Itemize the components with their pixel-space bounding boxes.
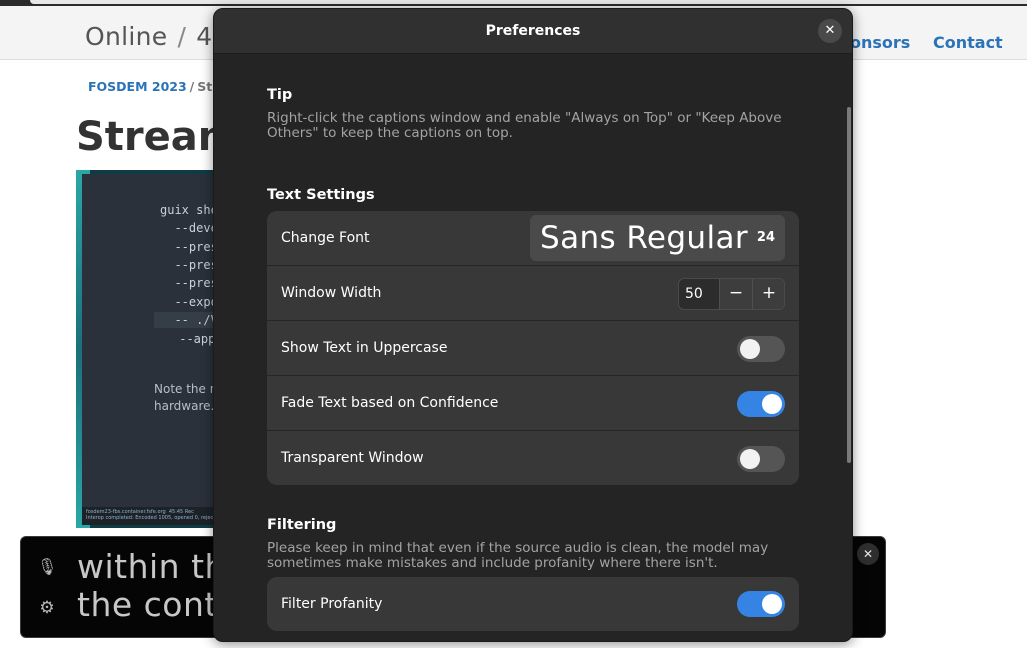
tip-title: Tip [267,87,293,103]
transparent-label: Transparent Window [281,450,424,466]
nav-link-contact[interactable]: Contact [933,33,1003,52]
filter-profanity-switch[interactable] [737,591,785,617]
uppercase-row: Show Text in Uppercase [267,321,799,376]
note-line: hardware. [154,399,215,413]
window-width-spinner: 50 − + [678,278,785,310]
video-status-bar: fosdem23-fbs.container.fsfe.org 45:45 Re… [82,507,216,525]
switch-knob [740,449,760,469]
uppercase-label: Show Text in Uppercase [281,340,448,356]
font-chooser-button[interactable]: Sans Regular 24 [530,215,785,261]
window-width-row: Window Width 50 − + [267,266,799,321]
window-width-input[interactable]: 50 [685,279,703,309]
switch-knob [762,394,782,414]
filtering-group: Filter Profanity [267,577,799,631]
text-settings-group: Change Font Sans Regular 24 Window Width… [267,211,799,485]
transparent-row: Transparent Window [267,431,799,485]
change-font-label: Change Font [281,230,370,246]
nav-link-sponsors[interactable]: onsors [850,33,910,52]
breadcrumb-separator: / [189,79,195,94]
close-button[interactable]: ✕ [818,19,842,43]
increase-button[interactable]: + [752,279,784,309]
code-line: guix shel [160,203,216,217]
fade-label: Fade Text based on Confidence [281,395,499,411]
site-title-separator: / [177,22,187,51]
dialog-header: Preferences ✕ [214,9,852,54]
preferences-dialog: Preferences ✕ Tip Right-click the captio… [213,8,853,642]
site-title[interactable]: Online / 4 [85,22,212,51]
switch-knob [762,594,782,614]
close-icon[interactable]: ✕ [857,543,879,565]
site-title-part1: Online [85,22,168,51]
video-player[interactable]: guix shel --deve --prese --prese --prese… [76,170,216,528]
decrease-button[interactable]: − [719,279,752,309]
microphone-icon[interactable]: 🎙 [37,557,57,577]
scrollbar[interactable] [847,107,851,463]
note-line: Note the n [154,382,216,396]
filtering-text: Please keep in mind that even if the sou… [267,540,769,571]
gear-icon[interactable]: ⚙ [37,598,57,618]
text-settings-title: Text Settings [267,187,375,203]
font-name: Sans Regular [540,220,749,256]
code-line: --appin [179,332,216,346]
filter-profanity-label: Filter Profanity [281,596,383,612]
address-bar[interactable] [30,0,1027,4]
code-line: --prese [174,258,216,272]
dialog-title: Preferences [485,23,581,39]
fade-row: Fade Text based on Confidence [267,376,799,431]
transparent-switch[interactable] [737,446,785,472]
breadcrumb-fosdem[interactable]: FOSDEM 2023 [88,79,187,94]
code-line: --prese [174,240,216,254]
caption-line-2: the cont [77,585,218,624]
breadcrumb: FOSDEM 2023/Str [88,79,218,94]
uppercase-switch[interactable] [737,336,785,362]
window-width-label: Window Width [281,285,382,301]
caption-line-1: within th [77,547,226,586]
site-title-part2: 4 [196,22,213,51]
dialog-body[interactable]: Tip Right-click the captions window and … [214,55,852,641]
tip-text: Right-click the captions window and enab… [267,110,782,141]
code-line: --prese [174,276,216,290]
code-line: -- ./VSC [174,313,216,327]
filtering-title: Filtering [267,517,337,533]
code-line: --expo [160,295,216,309]
fade-switch[interactable] [737,391,785,417]
font-size: 24 [756,230,775,245]
change-font-row: Change Font Sans Regular 24 [267,211,799,266]
switch-knob [740,339,760,359]
filter-profanity-row: Filter Profanity [267,577,799,631]
code-line: --deve [160,221,216,235]
